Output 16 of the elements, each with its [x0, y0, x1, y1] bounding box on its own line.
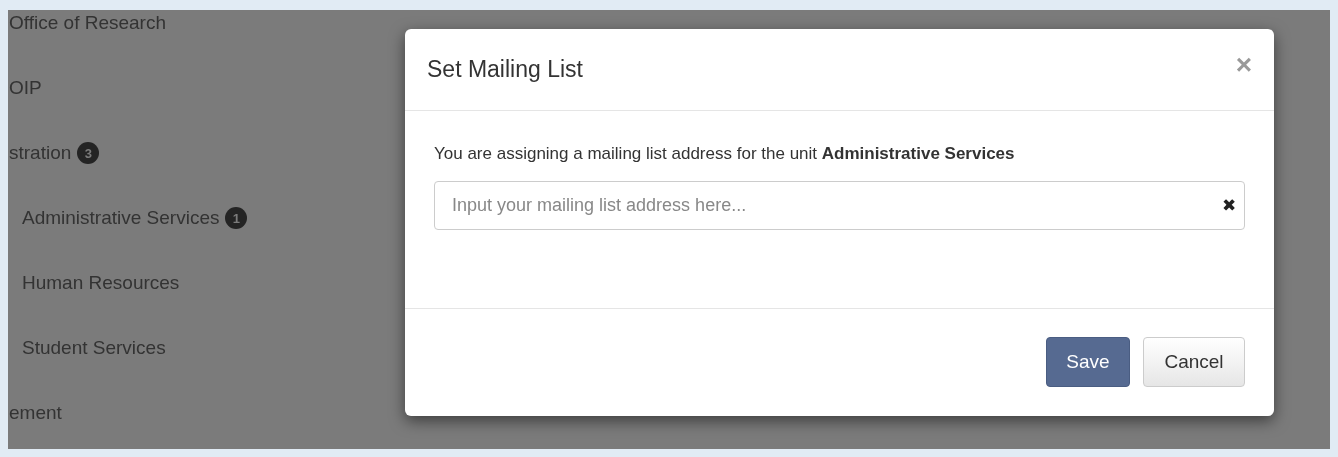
message-text: You are assigning a mailing list address for the unit Administrative Services — [434, 144, 1016, 164]
sidebar-item[interactable]: Administrative Services — [22, 207, 220, 229]
dialog-title: Set Mailing List — [427, 56, 583, 83]
sidebar-item[interactable]: Human Resources — [22, 272, 180, 294]
sidebar-item[interactable]: stration — [9, 142, 72, 164]
clear-button[interactable]: ✖ — [1222, 195, 1236, 216]
count-badge: 3 — [77, 142, 100, 164]
sidebar-item[interactable]: ement — [9, 402, 62, 424]
close-button[interactable]: × — [1235, 50, 1252, 79]
cancel-button[interactable]: Cancel — [1143, 337, 1245, 387]
sidebar-item[interactable]: Office of Research — [9, 12, 166, 34]
count-badge: 1 — [225, 207, 248, 229]
mailing-list-input[interactable]: Input your mailing list address here... ✖ — [434, 181, 1245, 230]
save-button[interactable]: Save — [1046, 337, 1130, 387]
sidebar-item[interactable]: OIP — [9, 77, 42, 99]
sidebar-item[interactable]: Student Services — [22, 337, 166, 359]
